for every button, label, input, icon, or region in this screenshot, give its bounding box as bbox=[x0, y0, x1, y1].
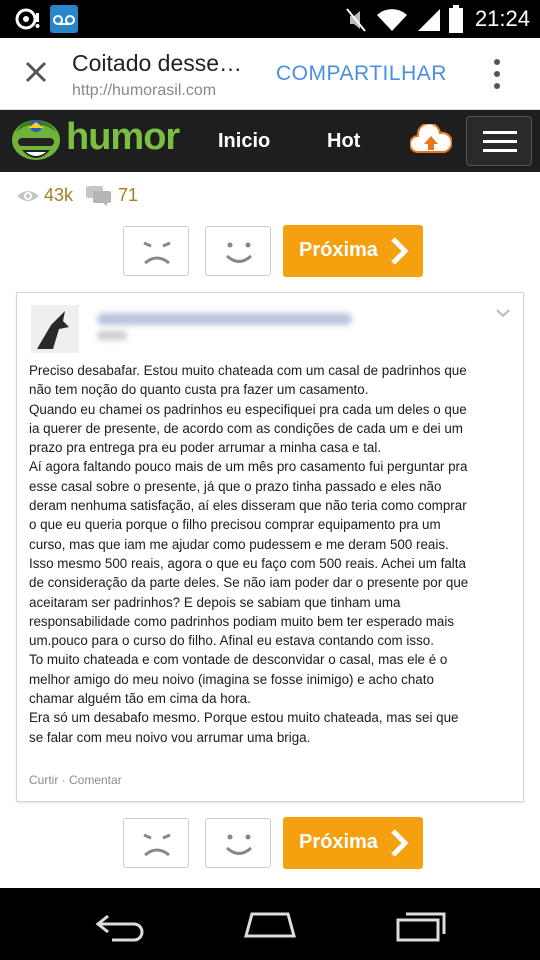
page-url: http://humorasil.com bbox=[72, 82, 217, 99]
post-text-line: não tem noção do quanto custa pra fazer … bbox=[29, 382, 369, 398]
site-header: humor Inicio Hot bbox=[0, 110, 540, 172]
post-text: Preciso desabafar. Estou muito chateada … bbox=[29, 361, 519, 747]
post-text-line: de consideração da parte deles. Se não i… bbox=[29, 575, 469, 591]
dislike-button[interactable] bbox=[123, 818, 189, 868]
post-text-line: chamar alguém tão em cima da hora. bbox=[29, 691, 251, 707]
nav-hot[interactable]: Hot bbox=[327, 130, 360, 153]
mute-icon bbox=[346, 8, 366, 32]
next-post-button[interactable]: Próxima bbox=[283, 225, 423, 277]
post-text-line: prazo pra entrega pra eu poder arrumar a… bbox=[29, 440, 382, 456]
post-text-line: responsabilidade como padrinhos podiam m… bbox=[29, 613, 455, 629]
home-icon[interactable] bbox=[242, 908, 298, 940]
post-text-line: ia querer de presente, de acordo com as … bbox=[29, 420, 463, 436]
logo-text[interactable]: humor bbox=[66, 116, 180, 159]
battery-icon bbox=[449, 5, 463, 33]
sad-face-icon bbox=[143, 833, 171, 857]
dislike-button[interactable] bbox=[123, 226, 189, 276]
signal-icon bbox=[418, 9, 440, 31]
post-text-line: esse casal sobre o presente, já que o pr… bbox=[29, 478, 442, 494]
close-icon[interactable] bbox=[22, 58, 50, 86]
sad-face-icon bbox=[143, 241, 171, 265]
post-image: Preciso desabafar. Estou muito chateada … bbox=[16, 292, 524, 802]
avatar bbox=[31, 305, 79, 353]
kebab-menu-icon[interactable] bbox=[490, 56, 504, 92]
next-post-button[interactable]: Próxima bbox=[283, 817, 423, 869]
post-text-line: deram nenhuma satisfação, aí eles disser… bbox=[29, 498, 467, 514]
like-button[interactable] bbox=[205, 818, 271, 868]
blurred-author-name bbox=[97, 313, 352, 325]
clock: 21:24 bbox=[474, 6, 530, 31]
views-count: 43k bbox=[44, 185, 74, 205]
post-text-line: aceitaram ser padrinhos? E depois se sab… bbox=[29, 594, 401, 610]
hamburger-menu-button[interactable] bbox=[466, 116, 532, 166]
page-title: Coitado desse… bbox=[72, 50, 243, 76]
next-post-label: Próxima bbox=[299, 831, 378, 853]
recents-icon[interactable] bbox=[394, 908, 450, 942]
post-text-line: Era só um desabafo mesmo. Porque estou m… bbox=[29, 710, 459, 726]
post-text-line: Isso mesmo 500 reais, agora o que eu faç… bbox=[29, 555, 466, 571]
hamburger-icon bbox=[483, 149, 517, 152]
post-text-line: Preciso desabafar. Estou muito chateada … bbox=[29, 363, 467, 378]
browser-toolbar: Coitado desse… http://humorasil.com COMP… bbox=[0, 38, 540, 110]
logo-icon[interactable] bbox=[8, 114, 64, 170]
system-nav-bar bbox=[0, 888, 540, 960]
happy-face-icon bbox=[225, 242, 253, 263]
cloud-upload-icon[interactable] bbox=[410, 124, 452, 158]
post-text-line: To muito chateada e com vontade de desco… bbox=[29, 652, 448, 668]
post-text-line: Quando eu chamei os padrinhos eu especif… bbox=[29, 401, 467, 417]
camera-icon bbox=[15, 8, 40, 30]
post-text-line: curso, mas que iam me ajudar como pudess… bbox=[29, 536, 449, 552]
share-button[interactable]: COMPARTILHAR bbox=[276, 62, 447, 86]
hamburger-icon bbox=[483, 140, 517, 143]
comments-icon bbox=[86, 186, 111, 206]
back-icon[interactable] bbox=[94, 908, 148, 942]
like-button[interactable] bbox=[205, 226, 271, 276]
voicemail-icon bbox=[50, 5, 78, 33]
chevron-right-icon bbox=[391, 829, 409, 857]
nav-inicio[interactable]: Inicio bbox=[218, 130, 270, 153]
wifi-icon bbox=[377, 9, 407, 32]
chevron-down-icon bbox=[496, 309, 510, 318]
hamburger-icon bbox=[483, 131, 517, 134]
post-text-line: um.pouco para o curso do filho. Afinal e… bbox=[29, 633, 434, 649]
next-post-label: Próxima bbox=[299, 239, 378, 261]
chevron-right-icon bbox=[391, 237, 409, 265]
post-actions: Curtir · Comentar bbox=[29, 773, 122, 787]
happy-face-icon bbox=[225, 834, 253, 855]
post-text-line: melhor amigo do meu noivo (imagina se fo… bbox=[29, 671, 434, 687]
comments-count: 71 bbox=[118, 185, 139, 205]
post-text-line: Aí agora faltando pouco mais de um mês p… bbox=[29, 459, 468, 475]
blurred-post-date bbox=[97, 331, 127, 340]
eye-icon bbox=[17, 191, 39, 201]
status-bar: 21:24 bbox=[0, 0, 540, 38]
post-text-line: o que eu queria porque o filho precisou … bbox=[29, 517, 441, 533]
post-text-line: se falar com meu noivo vou arrumar uma b… bbox=[29, 729, 311, 745]
